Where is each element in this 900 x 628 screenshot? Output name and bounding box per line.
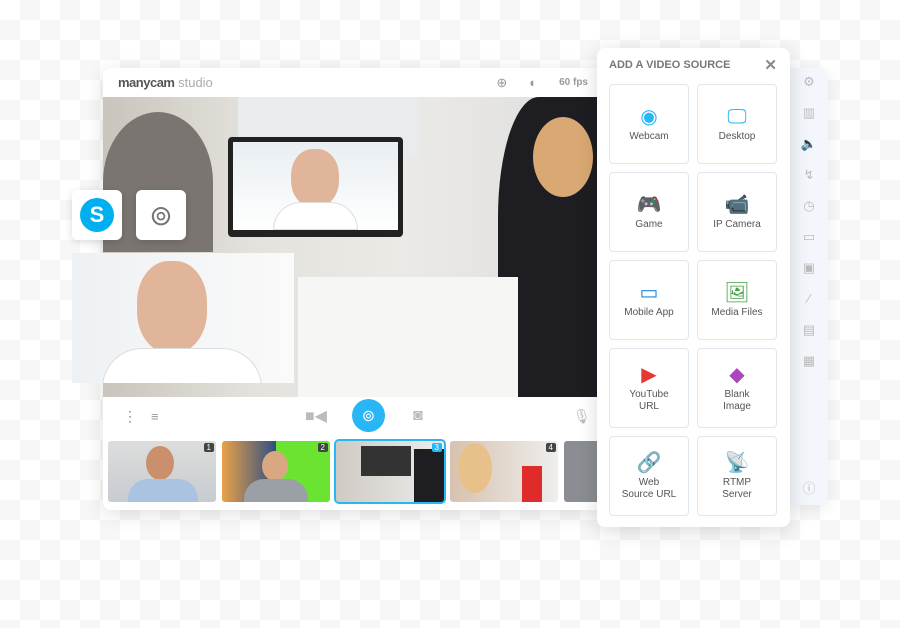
broadcast-badge[interactable]: ⊚	[136, 190, 186, 240]
link-icon: 🔗	[636, 452, 662, 474]
youtube-icon: ▶	[641, 364, 657, 386]
volume-icon[interactable]: 🔈	[801, 136, 817, 154]
source-grid: ◉ Webcam 🖵 Desktop 🎮 Game 📹 IP Camera ▭ Mobile Ap…	[609, 84, 777, 516]
source-ip-camera[interactable]: 📹 IP Camera	[697, 172, 777, 252]
thumbnail-4[interactable]: 4	[450, 441, 558, 502]
close-icon[interactable]: ✕	[764, 56, 777, 74]
source-label: Desktop	[718, 131, 756, 142]
skype-icon: S	[80, 198, 114, 232]
clock-icon[interactable]: ◷	[803, 198, 814, 216]
control-bar: ⋮ ≡ ■◀ ⊚ ◙ 🎙	[103, 397, 600, 435]
picture-in-picture[interactable]	[72, 253, 294, 383]
thumbnail-3[interactable]: 3	[334, 439, 446, 504]
source-label: YouTube URL	[629, 389, 669, 412]
source-label: Web Source URL	[621, 477, 677, 500]
fps-label[interactable]: 60 fps	[559, 77, 588, 88]
ip-camera-icon: 📹	[724, 194, 750, 216]
source-webcam[interactable]: ◉ Webcam	[609, 84, 689, 164]
chroma-icon[interactable]: ▣	[803, 260, 815, 278]
source-rtmp-server[interactable]: 📡 RTMP Server	[697, 436, 777, 516]
panel-title: ADD A VIDEO SOURCE	[609, 59, 731, 71]
effects-wand-icon[interactable]: ⁄	[808, 291, 810, 309]
source-label: Game	[635, 219, 663, 230]
draw-icon[interactable]: ↯	[804, 167, 815, 185]
right-sidebar: ⚙ ▥ 🔈 ↯ ◷ ▭ ▣ ⁄ ▤ ▦ ⓘ	[790, 68, 828, 505]
microphone-icon[interactable]: 🎙	[573, 408, 591, 425]
image-icon: 🖼	[724, 282, 750, 304]
webcam-icon: ◉	[640, 106, 658, 128]
overlay-icon[interactable]: ▤	[803, 322, 815, 340]
source-blank-image[interactable]: ◆ Blank Image	[697, 348, 777, 428]
satellite-dish-icon: 📡	[724, 452, 750, 474]
broadcast-button[interactable]: ⊚	[352, 399, 385, 432]
source-mobile-app[interactable]: ▭ Mobile App	[609, 260, 689, 340]
add-video-source-panel: ADD A VIDEO SOURCE ✕ ◉ Webcam 🖵 Desktop 🎮 Gam…	[597, 48, 790, 527]
mobile-app-icon: ▭	[639, 282, 659, 304]
source-label: Blank Image	[723, 389, 751, 412]
snapshot-camera-icon[interactable]: ◙	[413, 407, 423, 425]
paint-bucket-icon: ◆	[729, 364, 745, 386]
source-label: Mobile App	[624, 307, 674, 318]
brightness-icon[interactable]: ◐	[529, 75, 537, 90]
gamepad-icon: 🎮	[636, 194, 662, 216]
gear-icon[interactable]: ⚙	[803, 74, 815, 92]
logo: manycam studio	[118, 75, 213, 90]
more-menu-icon[interactable]: ⋮	[123, 408, 137, 425]
thumbnail-2[interactable]: 2	[222, 441, 330, 502]
lower-third-icon[interactable]: ▭	[803, 229, 815, 247]
source-label: IP Camera	[713, 219, 761, 230]
grid-icon[interactable]: ▦	[803, 353, 815, 371]
video-record-icon[interactable]: ■◀	[305, 406, 327, 426]
thumbnail-1[interactable]: 1	[108, 441, 216, 502]
source-thumbnails: 1 2 3 4	[108, 439, 603, 504]
source-label: Media Files	[711, 307, 763, 318]
playlist-icon[interactable]: ≡	[151, 409, 159, 424]
source-web-source-url[interactable]: 🔗 Web Source URL	[609, 436, 689, 516]
source-desktop[interactable]: 🖵 Desktop	[697, 84, 777, 164]
source-label: Webcam	[629, 131, 669, 142]
source-media-files[interactable]: 🖼 Media Files	[697, 260, 777, 340]
title-bar: manycam studio ⊕ ◐ 60 fps	[103, 68, 603, 97]
info-icon[interactable]: ⓘ	[802, 478, 815, 497]
skype-badge[interactable]: S	[72, 190, 122, 240]
source-label: RTMP Server	[722, 477, 752, 500]
layers-icon[interactable]: ▥	[803, 105, 815, 123]
zoom-icon[interactable]: ⊕	[496, 75, 507, 91]
source-game[interactable]: 🎮 Game	[609, 172, 689, 252]
broadcast-icon: ⊚	[149, 199, 173, 231]
desktop-icon: 🖵	[727, 106, 747, 128]
source-youtube-url[interactable]: ▶ YouTube URL	[609, 348, 689, 428]
